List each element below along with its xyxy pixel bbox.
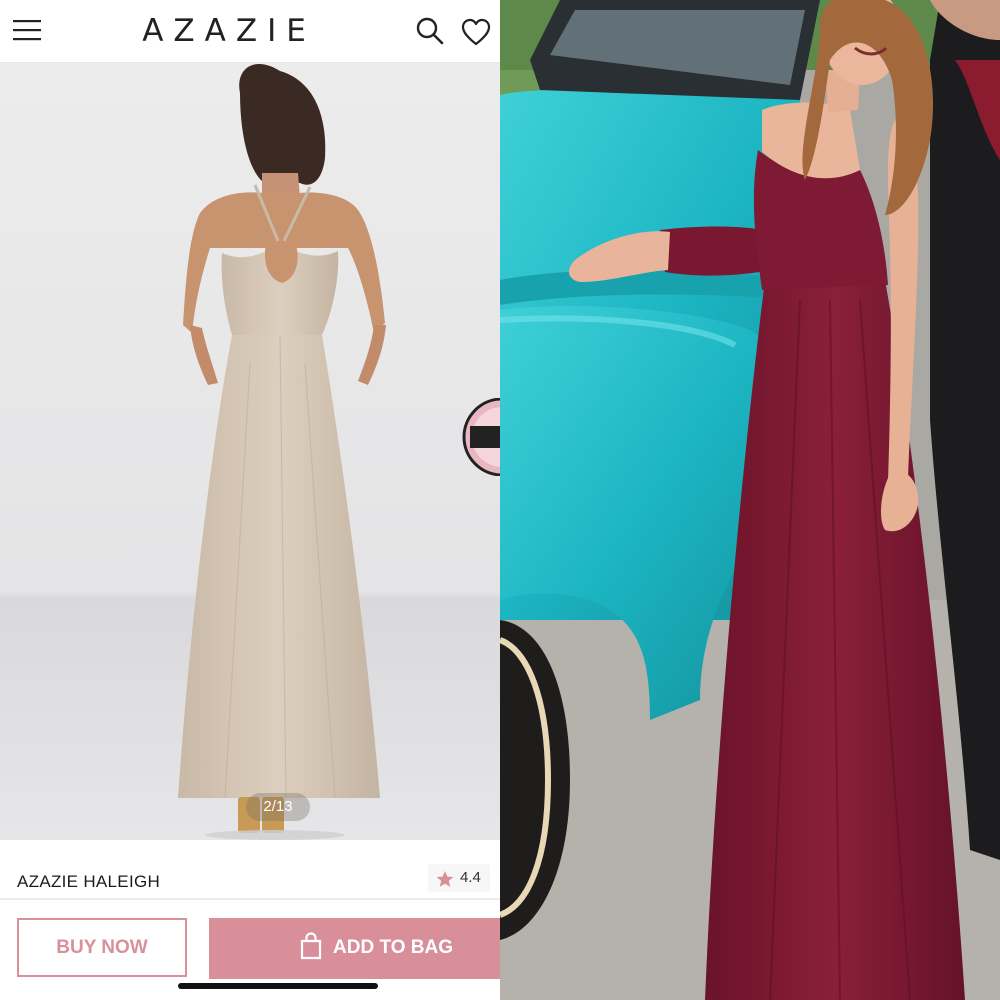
- add-to-bag-label: ADD TO BAG: [333, 937, 453, 958]
- image-counter: 2/13: [246, 793, 310, 821]
- product-info-bar: AZAZIE HALEIGH 4.4: [0, 840, 500, 898]
- rating-badge[interactable]: 4.4: [428, 864, 490, 892]
- home-indicator[interactable]: [178, 983, 378, 989]
- divider: [0, 898, 500, 900]
- buy-now-button[interactable]: BUY NOW: [17, 918, 187, 977]
- product-name: AZAZIE HALEIGH: [17, 872, 161, 891]
- promo-badge[interactable]: [462, 398, 500, 476]
- product-image-gallery[interactable]: [0, 63, 500, 840]
- shopping-bag-icon: [300, 932, 322, 960]
- product-page-screenshot: AZAZIE 2/13 AZAZIE HALEIGH 4.4 BUY NOW A…: [0, 0, 500, 1000]
- customer-photo: [500, 0, 1000, 1000]
- customer-photo-image: [500, 0, 1000, 1000]
- app-header: AZAZIE: [0, 0, 500, 63]
- search-icon[interactable]: [416, 17, 444, 45]
- star-icon: [436, 871, 454, 887]
- add-to-bag-button[interactable]: ADD TO BAG: [209, 918, 500, 979]
- heart-icon[interactable]: [461, 18, 491, 46]
- rating-value: 4.4: [460, 869, 481, 886]
- brand-logo[interactable]: AZAZIE: [0, 13, 458, 49]
- product-photo: [0, 63, 500, 840]
